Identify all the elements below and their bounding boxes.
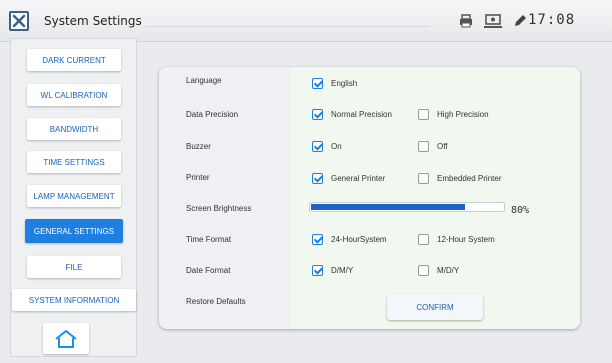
nav-time-settings[interactable]: TIME SETTINGS: [27, 151, 121, 173]
printer-label: Printer: [186, 173, 210, 182]
language-label: Language: [186, 76, 222, 85]
24-hour-option[interactable]: 24-HourSystem: [312, 234, 387, 245]
nav-system-information[interactable]: SYSTEM INFORMATION: [12, 289, 136, 311]
pencil-icon: [512, 13, 528, 29]
nav-dark-current[interactable]: DARK CURRENT: [27, 49, 121, 71]
buzzer-on-option[interactable]: On: [312, 141, 342, 152]
tools-icon: [9, 11, 29, 31]
home-button[interactable]: [43, 323, 89, 354]
window-title: System Settings: [44, 14, 142, 28]
high-precision-option[interactable]: High Precision: [418, 109, 489, 120]
general-settings-panel: Language Data Precision Buzzer Printer S…: [159, 67, 580, 329]
title-bar: System Settings 17:08: [0, 0, 612, 42]
nav-file[interactable]: FILE: [27, 256, 121, 278]
buzzer-label: Buzzer: [186, 142, 211, 151]
data-precision-label: Data Precision: [186, 110, 239, 119]
general-printer-option[interactable]: General Printer: [312, 173, 385, 184]
brightness-value: 80%: [511, 205, 530, 216]
values-column: [290, 67, 580, 329]
screen-brightness-label: Screen Brightness: [186, 204, 252, 213]
12-hour-checkbox[interactable]: [418, 234, 429, 245]
restore-defaults-label: Restore Defaults: [186, 297, 246, 306]
dmy-checkbox[interactable]: [312, 265, 323, 276]
brightness-slider[interactable]: [309, 202, 505, 212]
date-format-label: Date Format: [186, 266, 231, 275]
embedded-printer-checkbox[interactable]: [418, 173, 429, 184]
nav-general-settings[interactable]: GENERAL SETTINGS: [25, 219, 123, 243]
monitor-icon: [483, 13, 503, 29]
buzzer-off-checkbox[interactable]: [418, 141, 429, 152]
sidebar: DARK CURRENT WL CALIBRATION BANDWIDTH TI…: [10, 38, 137, 357]
nav-bandwidth[interactable]: BANDWIDTH: [27, 118, 121, 140]
mdy-option[interactable]: M/D/Y: [418, 265, 459, 276]
english-checkbox[interactable]: [312, 78, 323, 89]
buzzer-on-checkbox[interactable]: [312, 141, 323, 152]
general-printer-checkbox[interactable]: [312, 173, 323, 184]
embedded-printer-option[interactable]: Embedded Printer: [418, 173, 501, 184]
normal-precision-option[interactable]: Normal Precision: [312, 109, 392, 120]
high-precision-checkbox[interactable]: [418, 109, 429, 120]
brightness-fill: [311, 204, 465, 210]
labels-column: [159, 67, 290, 329]
time-format-label: Time Format: [186, 235, 232, 244]
nav-lamp-management[interactable]: LAMP MANAGEMENT: [27, 185, 121, 207]
confirm-button[interactable]: CONFIRM: [387, 294, 483, 320]
english-option[interactable]: English: [312, 78, 357, 89]
clock: 17:08: [528, 12, 576, 28]
buzzer-off-option[interactable]: Off: [418, 141, 448, 152]
12-hour-option[interactable]: 12-Hour System: [418, 234, 495, 245]
dmy-option[interactable]: D/M/Y: [312, 265, 353, 276]
24-hour-checkbox[interactable]: [312, 234, 323, 245]
title-divider: [145, 26, 430, 27]
home-icon: [55, 329, 77, 348]
mdy-checkbox[interactable]: [418, 265, 429, 276]
printer-icon: [458, 13, 474, 29]
nav-wl-calibration[interactable]: WL CALIBRATION: [27, 84, 121, 106]
normal-precision-checkbox[interactable]: [312, 109, 323, 120]
